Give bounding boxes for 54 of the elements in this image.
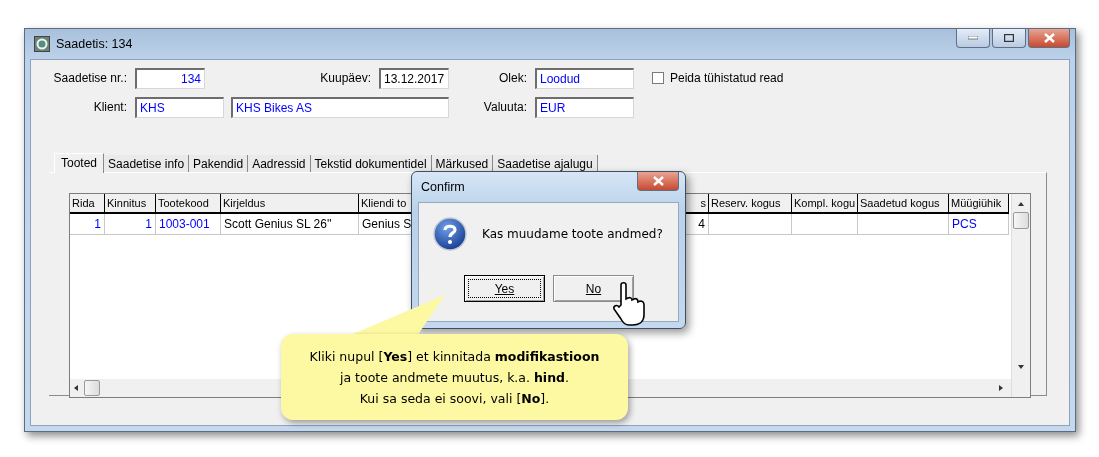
dialog-button[interactable]: Yes — [464, 275, 545, 302]
column-header[interactable]: Reserv. kogus — [709, 194, 792, 214]
client-code-field[interactable]: KHS — [135, 96, 224, 118]
table-cell: PCS — [949, 214, 1009, 235]
date-field[interactable]: 13.12.2017 — [379, 67, 449, 89]
dialog-title: Confirm — [421, 180, 465, 194]
table-cell: Scott Genius SL 26'' — [221, 214, 359, 235]
tab[interactable]: Pakendid — [189, 155, 249, 172]
column-header[interactable]: Kirjeldus — [221, 194, 359, 214]
scrollbar-thumb[interactable] — [84, 380, 100, 396]
callout-text: ja toote andmete muutus, k.a. hind. — [340, 368, 569, 387]
close-icon — [1043, 33, 1055, 43]
dialog-button[interactable]: No — [553, 275, 634, 302]
checkbox-label: Peida tühistatud read — [670, 71, 784, 85]
table-cell: 1 — [70, 214, 105, 235]
number-field[interactable]: 134 — [135, 67, 205, 89]
minimize-button[interactable] — [956, 29, 990, 48]
close-button[interactable] — [1028, 29, 1070, 48]
column-header[interactable]: Kompl. kogu — [792, 194, 858, 214]
scroll-up-icon[interactable] — [1016, 200, 1026, 208]
tab[interactable]: Tekstid dokumentidel — [310, 155, 432, 172]
callout-text: Kui sa seda ei soovi, vali [No]. — [359, 389, 550, 408]
dialog-close-button[interactable] — [637, 172, 679, 191]
field-label: Saadetise nr.: — [52, 71, 128, 85]
question-icon — [433, 217, 467, 251]
client-name-field[interactable]: KHS Bikes AS — [231, 96, 449, 118]
maximize-icon — [1004, 34, 1014, 42]
window-title: Saadetis: 134 — [56, 37, 133, 51]
column-header[interactable]: Tootekood — [156, 194, 221, 214]
table-cell: 1 — [105, 214, 156, 235]
scroll-down-icon[interactable] — [1016, 363, 1026, 371]
column-header[interactable]: Müügiühik — [949, 194, 1009, 214]
table-cell: 1003-001 — [156, 214, 221, 235]
maximize-button[interactable] — [992, 29, 1026, 48]
tab[interactable]: Aadressid — [248, 155, 311, 172]
field-label: Olek: — [498, 71, 528, 85]
callout-text: Kliki nupul [Yes] et kinnitada modifikastioon — [309, 347, 600, 366]
hand-cursor-icon — [611, 281, 647, 327]
field-label: Klient: — [92, 100, 128, 114]
checkbox[interactable] — [652, 72, 664, 84]
field-label: Valuuta: — [482, 100, 528, 114]
table-cell — [792, 214, 858, 235]
column-header[interactable]: Kinnitus — [105, 194, 156, 214]
minimize-icon — [968, 36, 978, 40]
currency-field[interactable]: EUR — [535, 96, 634, 118]
scrollbar-thumb[interactable] — [1013, 212, 1029, 229]
column-header[interactable]: Saadetud kogus — [858, 194, 949, 214]
field-label: Kuupäev: — [319, 71, 372, 85]
tab[interactable]: Saadetise info — [104, 155, 190, 172]
close-icon — [652, 176, 664, 186]
column-header[interactable]: Rida — [70, 194, 105, 214]
status-field[interactable]: Loodud — [535, 67, 634, 89]
app-icon — [34, 36, 50, 52]
tab[interactable]: Tooted — [54, 153, 105, 173]
